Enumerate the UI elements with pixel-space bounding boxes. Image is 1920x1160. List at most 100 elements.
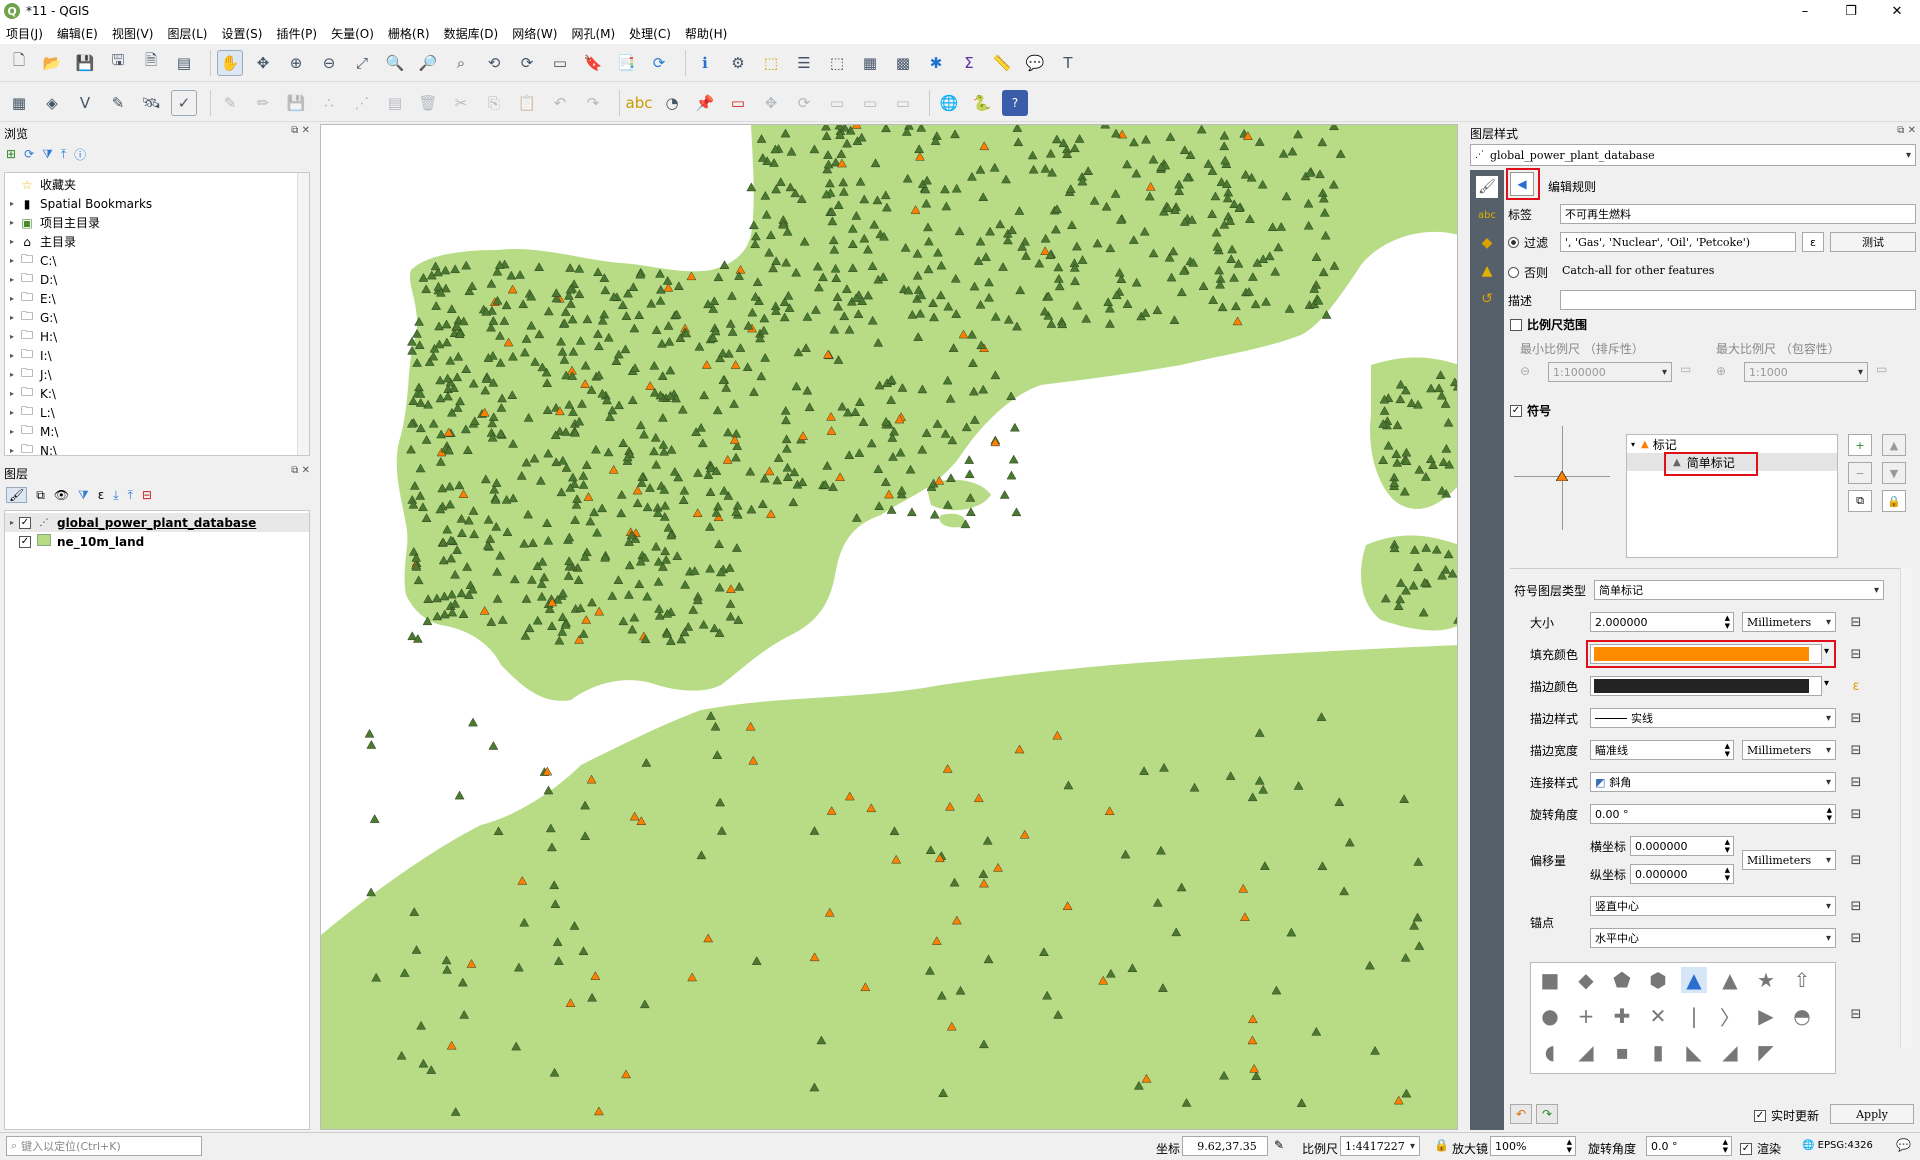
rectangle-shape-icon[interactable]: ▮	[1645, 1039, 1671, 1065]
measure-icon[interactable]: 📏	[989, 50, 1015, 76]
circle-shape-icon[interactable]: ●	[1537, 1003, 1563, 1029]
browser-item-project-home[interactable]: ▸ ▣ 项目主目录	[5, 213, 309, 232]
refresh-icon[interactable]: ⟳	[646, 50, 672, 76]
lock-color-icon[interactable]: 🔒	[1882, 490, 1906, 512]
collapse-all-icon[interactable]: ⤒	[61, 147, 66, 162]
add-symbol-layer-icon[interactable]: +	[1848, 434, 1872, 456]
half-triangle-shape-icon[interactable]: ◤	[1753, 1039, 1779, 1065]
expand-all-icon[interactable]: ⤓	[113, 488, 118, 503]
menu-vector[interactable]: 矢量(O)	[331, 25, 374, 42]
qgis-cloud-icon[interactable]: 🌐	[936, 90, 962, 116]
browser-item-drive[interactable]: ▸ 🗀 K:\	[5, 384, 309, 403]
diagram-tool-icon[interactable]: ◔	[659, 90, 685, 116]
deselect-icon[interactable]: ⬚	[824, 50, 850, 76]
data-defined-active-icon[interactable]: ε	[1846, 676, 1866, 696]
semicircle-shape-icon[interactable]: ◓	[1789, 1003, 1815, 1029]
menu-database[interactable]: 数据库(D)	[444, 25, 499, 42]
browser-item-drive[interactable]: ▸ 🗀 L:\	[5, 403, 309, 422]
vertex-tool-icon[interactable]: ⋰	[349, 90, 375, 116]
equilateral-triangle-shape-icon[interactable]: ▲	[1717, 967, 1743, 993]
identify-icon[interactable]: ℹ	[692, 50, 718, 76]
data-source-manager-icon[interactable]: ▦	[6, 90, 32, 116]
copy-features-icon[interactable]: ⎘	[481, 90, 507, 116]
attribute-table-icon[interactable]: ▦	[857, 50, 883, 76]
check-geometry-icon[interactable]: ✓	[171, 89, 197, 116]
redo-icon[interactable]: ↷	[580, 90, 606, 116]
live-update-checkbox[interactable]: ✓ 实时更新	[1754, 1107, 1819, 1124]
half-square-shape-icon[interactable]: ▪	[1609, 1039, 1635, 1065]
zoom-layer-icon[interactable]: 🔎	[415, 50, 441, 76]
gps-icon[interactable]: 🛰	[138, 90, 164, 116]
browser-item-drive[interactable]: ▸ 🗀 H:\	[5, 327, 309, 346]
data-defined-override-icon[interactable]: ⊟	[1846, 1004, 1866, 1024]
labels-tab-icon[interactable]: abc	[1476, 204, 1498, 226]
data-defined-override-icon[interactable]: ⊟	[1846, 612, 1866, 632]
current-edits-icon[interactable]: ✎	[217, 90, 243, 116]
browser-item-home[interactable]: ▸ ⌂ 主目录	[5, 232, 309, 251]
style-panel-icon[interactable]: 🖌	[6, 487, 28, 503]
rotation-spinbox[interactable]: 0.00 ° ▲ ▼	[1590, 804, 1836, 824]
menu-raster[interactable]: 栅格(R)	[388, 25, 430, 42]
undo-icon[interactable]: ↶	[547, 90, 573, 116]
undo-button[interactable]: ↶	[1510, 1104, 1532, 1124]
cut-features-icon[interactable]: ✂	[448, 90, 474, 116]
browser-item-drive[interactable]: ▸ 🗀 E:\	[5, 289, 309, 308]
menu-project[interactable]: 项目(J)	[6, 25, 43, 42]
data-defined-override-icon[interactable]: ⊟	[1846, 644, 1866, 664]
locator-search-input[interactable]: ⌕ 键入以定位(Ctrl+K)	[6, 1136, 202, 1156]
size-spinbox[interactable]: 2.000000 ▲ ▼	[1590, 612, 1734, 632]
layer-item-power-plants[interactable]: ▸ ✓ ⋰ global_power_plant_database	[5, 513, 309, 532]
menu-web[interactable]: 网络(W)	[512, 25, 557, 42]
stroke-color-dropdown-icon[interactable]: ▾	[1824, 678, 1829, 689]
data-defined-override-icon[interactable]: ⊟	[1846, 804, 1866, 824]
zoom-out-icon[interactable]: ⊖	[316, 50, 342, 76]
size-unit-combo[interactable]: Millimeters	[1742, 612, 1836, 632]
anchor-vertical-combo[interactable]: 竖直中心	[1590, 896, 1836, 916]
menu-processing[interactable]: 处理(C)	[629, 25, 671, 42]
collapse-all-icon[interactable]: ⤒	[128, 488, 133, 503]
data-defined-override-icon[interactable]: ⊟	[1846, 708, 1866, 728]
browser-item-drive[interactable]: ▸ 🗀 J:\	[5, 365, 309, 384]
new-project-icon[interactable]: 🗋	[6, 50, 32, 76]
extents-toggle-icon[interactable]: ✎	[1274, 1138, 1284, 1152]
duplicate-layer-icon[interactable]: ⧉	[1848, 490, 1872, 512]
map-tips-icon[interactable]: 💬	[1022, 50, 1048, 76]
description-input[interactable]	[1560, 290, 1916, 310]
zoom-in-icon[interactable]: ⊕	[283, 50, 309, 76]
data-defined-override-icon[interactable]: ⊟	[1846, 896, 1866, 916]
processing-toolbox-icon[interactable]: ✱	[923, 50, 949, 76]
data-defined-override-icon[interactable]: ⊟	[1846, 740, 1866, 760]
refresh-icon[interactable]: ⟳	[24, 147, 34, 161]
move-down-icon[interactable]: ▼	[1882, 462, 1906, 484]
bookmark-new-icon[interactable]: 🔖	[580, 50, 606, 76]
close-button[interactable]: ✕	[1874, 0, 1920, 22]
stroke-width-unit-combo[interactable]: Millimeters	[1742, 740, 1836, 760]
apply-button[interactable]: Apply	[1830, 1104, 1914, 1124]
pin-label-icon[interactable]: 📌	[692, 90, 718, 116]
min-scale-combo[interactable]: 1:100000	[1548, 362, 1672, 382]
history-tab-icon[interactable]: ↺	[1476, 288, 1498, 310]
label-props-icon[interactable]: ▭	[857, 90, 883, 116]
zoom-full-icon[interactable]: ⤢	[349, 50, 375, 76]
scale-combo[interactable]: 1:4417227	[1340, 1136, 1420, 1156]
digitize-icon[interactable]: ✎	[105, 90, 131, 116]
browser-scrollbar[interactable]	[297, 173, 309, 455]
panel-float-close-icon[interactable]: ⧉ ✕	[291, 465, 310, 476]
save-edits-icon[interactable]: 💾	[283, 90, 309, 116]
label-tool-icon[interactable]: abc	[626, 90, 653, 116]
lock-scale-icon[interactable]: 🔒	[1434, 1138, 1449, 1152]
text-annotation-icon[interactable]: T	[1055, 50, 1081, 76]
browser-item-drive[interactable]: ▸ 🗀 M:\	[5, 422, 309, 441]
line-shape-icon[interactable]: |	[1681, 1003, 1707, 1029]
unpin-label-icon[interactable]: ▭	[890, 90, 916, 116]
x-shape-icon[interactable]: ✕	[1645, 1003, 1671, 1029]
else-radio[interactable]: 否则	[1508, 264, 1548, 281]
manage-themes-icon[interactable]: 👁	[54, 488, 69, 502]
paste-features-icon[interactable]: 📋	[514, 90, 540, 116]
max-scale-combo[interactable]: 1:1000	[1744, 362, 1868, 382]
offset-y-spinbox[interactable]: 0.000000 ▲ ▼	[1630, 864, 1734, 884]
move-label-icon[interactable]: ✥	[758, 90, 784, 116]
zoom-next-icon[interactable]: ⟳	[514, 50, 540, 76]
third-circle-shape-icon[interactable]: ◢	[1573, 1039, 1599, 1065]
change-label-icon[interactable]: ▭	[824, 90, 850, 116]
